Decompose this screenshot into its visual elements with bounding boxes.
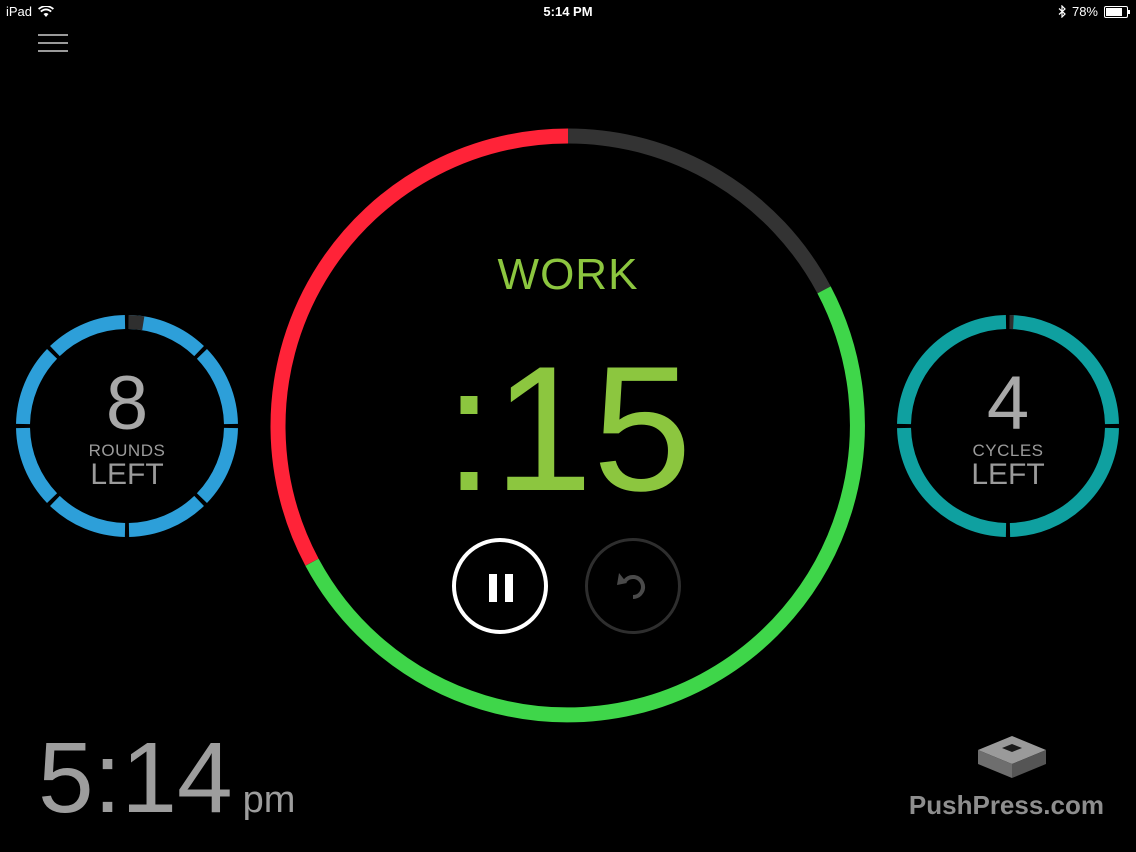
phase-label: WORK — [497, 250, 639, 299]
pushpress-logo-icon — [978, 736, 1046, 778]
brand-text: PushPress.com — [908, 790, 1104, 820]
cycles-counter: 4 CYCLES LEFT — [928, 366, 1088, 490]
pause-icon — [505, 574, 513, 602]
clock-ampm: pm — [242, 779, 296, 821]
restart-icon — [617, 573, 645, 599]
cycles-left-label: LEFT — [971, 458, 1045, 491]
ring-segment — [128, 495, 204, 537]
clock-time: 5:14 — [38, 722, 233, 834]
cycles-value: 4 — [986, 361, 1030, 446]
rounds-left-label: LEFT — [90, 458, 164, 491]
rounds-value: 8 — [105, 361, 149, 446]
rounds-counter: 8 ROUNDS LEFT — [47, 366, 207, 490]
restart-button[interactable] — [585, 538, 681, 634]
ring-elapsed-segment — [128, 315, 145, 331]
ring-segment — [50, 315, 126, 357]
ring-segment — [50, 495, 126, 537]
current-time-clock: 5:14 pm — [38, 728, 295, 828]
pause-button[interactable] — [452, 538, 548, 634]
countdown-timer: :15 — [444, 329, 692, 528]
pause-icon — [489, 574, 497, 602]
